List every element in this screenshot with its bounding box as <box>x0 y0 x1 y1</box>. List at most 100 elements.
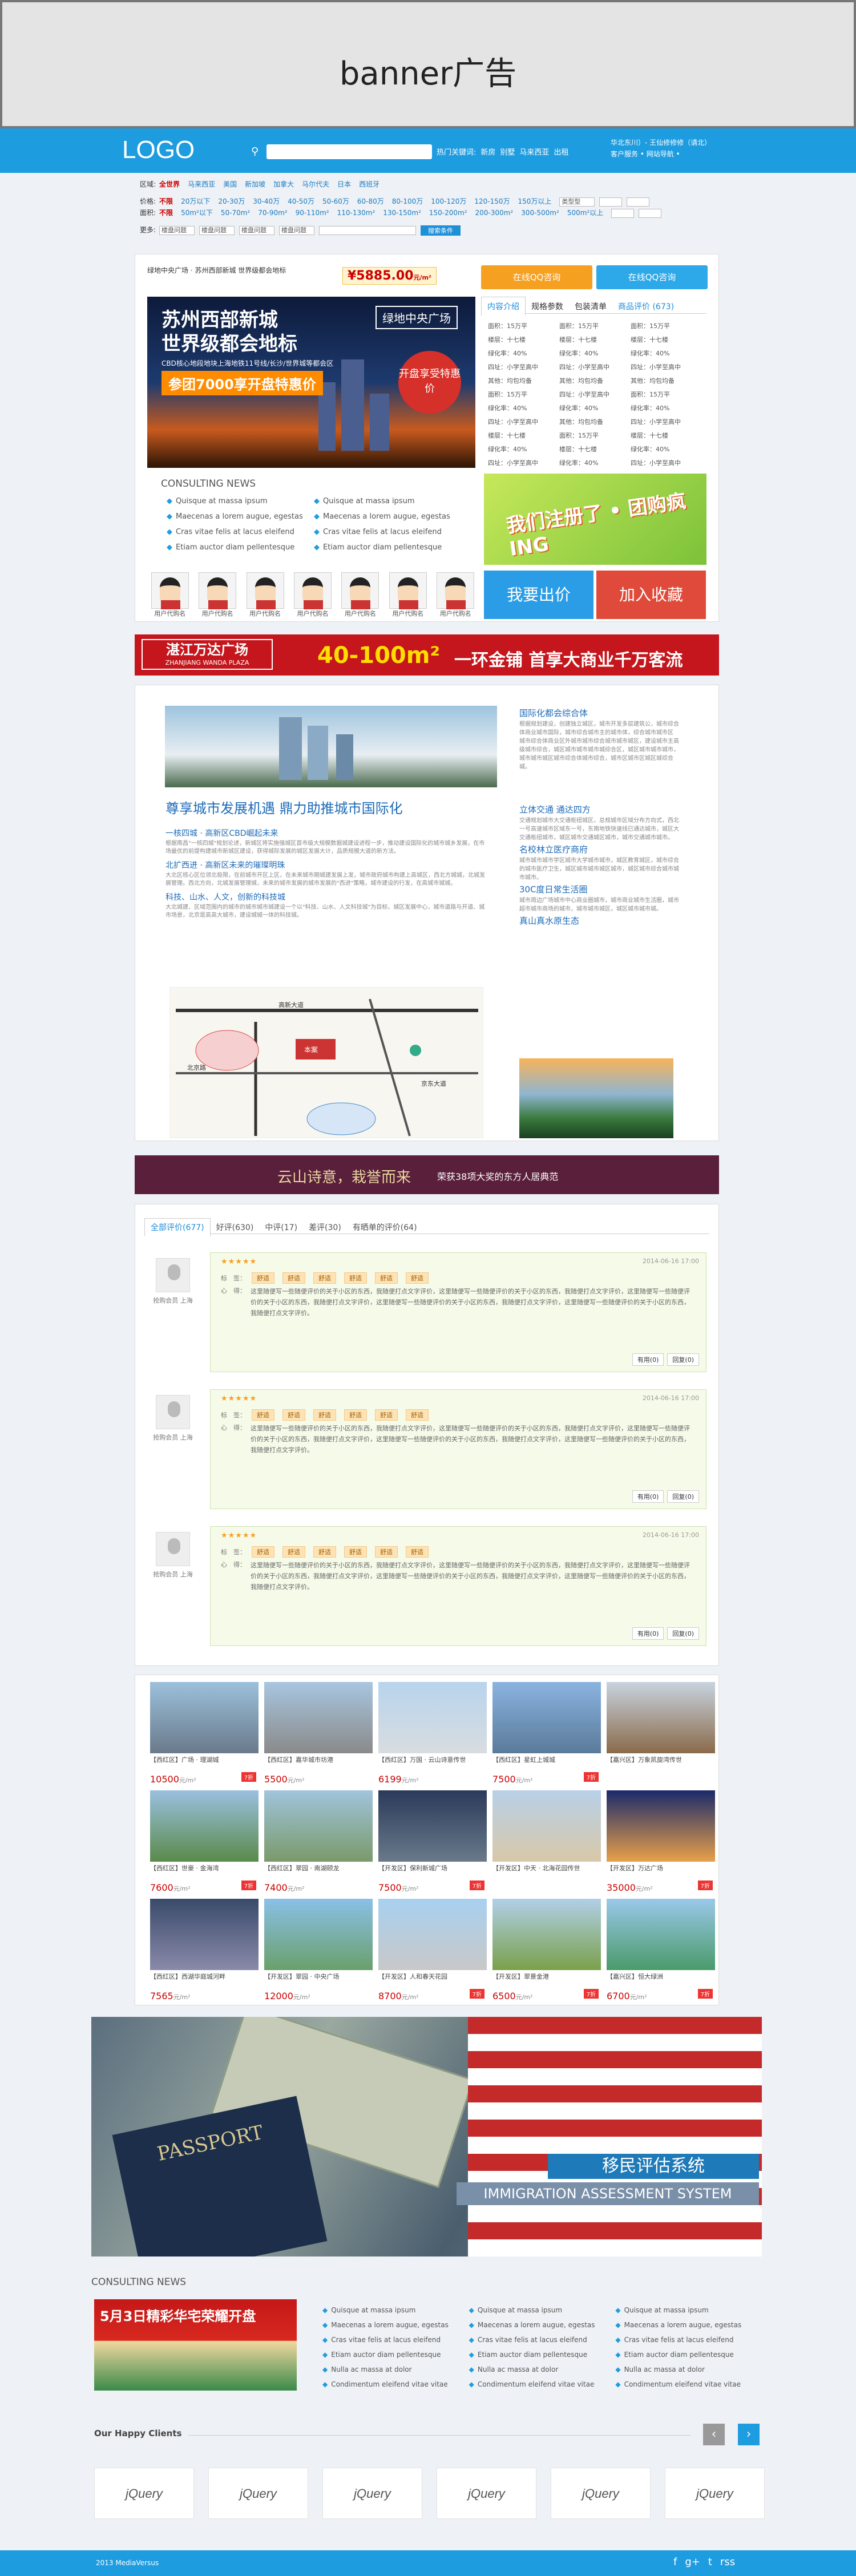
buyer-avatar[interactable]: 用户代购名 <box>433 572 478 621</box>
consult-item[interactable]: ◆ Etiam auctor diam pellentesque <box>615 2347 762 2362</box>
listing-title[interactable]: 【西红区】万国 · 云山诗意传世 <box>378 1756 487 1774</box>
review-tag[interactable]: 舒适 <box>313 1272 336 1284</box>
filter-option[interactable]: 120-150万 <box>474 197 510 205</box>
more-select[interactable]: 楼盘问题 <box>279 225 315 235</box>
filter-option[interactable]: 30-40万 <box>253 197 280 205</box>
filter-option[interactable]: 20-30万 <box>218 197 245 205</box>
review-tag[interactable]: 舒适 <box>344 1546 367 1558</box>
filter-option[interactable]: 新加坡 <box>245 180 265 188</box>
listing-card[interactable]: 【开发区】翠景金港 6500元/m² 7折 <box>492 1899 601 2007</box>
consult-item[interactable]: ◆ Maecenas a lorem augue, egestas <box>615 2318 762 2332</box>
consult-item[interactable]: ◆ Quisque at massa ipsum <box>469 2303 616 2318</box>
listing-image[interactable] <box>264 1790 373 1862</box>
filter-option[interactable]: 110-130m² <box>337 209 375 217</box>
filter-option[interactable]: 马尔代夫 <box>302 180 329 188</box>
more-select[interactable]: 楼盘问题 <box>239 225 275 235</box>
banner-ad[interactable]: banner广告 <box>0 0 856 128</box>
news-item[interactable]: ◆ Maecenas a lorem augue, egestas <box>167 509 314 524</box>
consult-item[interactable]: ◆ Quisque at massa ipsum <box>615 2303 762 2318</box>
news-item[interactable]: ◆ Etiam auctor diam pellentesque <box>167 540 314 555</box>
review-tag[interactable]: 舒适 <box>313 1409 336 1421</box>
consult-item[interactable]: ◆ Etiam auctor diam pellentesque <box>469 2347 616 2362</box>
listing-title[interactable]: 【西红区】广场 · 理湖城 <box>150 1756 259 1774</box>
review-tag[interactable]: 舒适 <box>252 1272 274 1284</box>
listing-image[interactable] <box>607 1790 715 1862</box>
listing-title[interactable]: 【开发区】中天 · 北海花园传世 <box>492 1864 601 1882</box>
listing-title[interactable]: 【开发区】翠园 · 中央广场 <box>264 1972 373 1991</box>
filter-option[interactable]: 130-150m² <box>383 209 421 217</box>
filter-option[interactable]: 50-70m² <box>221 209 250 217</box>
review-tag[interactable]: 舒适 <box>406 1546 429 1558</box>
news-item[interactable]: ◆ Cras vitae felis at lacus eleifend <box>167 524 314 540</box>
property-photo[interactable]: 苏州西部新城 世界级都会地标 CBD核心地段地块上海地铁11号线/长沙/世界城等都… <box>147 297 475 468</box>
client-logo[interactable]: jQuery <box>94 2468 194 2519</box>
site-logo[interactable]: LOGO <box>122 136 195 164</box>
review-user[interactable]: 抢购会员 上海 <box>144 1252 201 1305</box>
listing-title[interactable]: 【西红区】嘉华城市坊港 <box>264 1756 373 1774</box>
tab-medium-reviews[interactable]: 中评(17) <box>259 1219 303 1236</box>
tab-intro[interactable]: 内容介绍 <box>481 297 526 316</box>
listing-card[interactable]: 【西红区】星虹上城城 7500元/m² 7折 <box>492 1682 601 1790</box>
client-logo[interactable]: jQuery <box>551 2468 651 2519</box>
filter-option[interactable]: 加拿大 <box>273 180 294 188</box>
rss-icon[interactable]: rss <box>720 2556 735 2568</box>
bid-button[interactable]: 我要出价 <box>484 571 593 619</box>
more-select[interactable]: 楼盘问题 <box>199 225 235 235</box>
filter-option[interactable]: 200-300m² <box>475 209 514 217</box>
tab-good-reviews[interactable]: 好评(630) <box>211 1219 260 1236</box>
filter-option[interactable]: 60-80万 <box>357 197 384 205</box>
review-tag[interactable]: 舒适 <box>252 1546 274 1558</box>
twitter-icon[interactable]: t <box>708 2556 712 2568</box>
filter-option[interactable]: 100-120万 <box>431 197 466 205</box>
filter-option[interactable]: 不限 <box>159 197 173 205</box>
header-user-links[interactable]: 华北东川）- 王仙修修修（请北） 客户服务 • 网站导航 • <box>611 137 711 160</box>
listing-card[interactable]: 【开发区】翠园 · 中央广场 12000元/m² <box>264 1899 373 2007</box>
header-user-line[interactable]: 华北东川）- 王仙修修修（请北） <box>611 137 711 148</box>
filter-option[interactable]: 美国 <box>223 180 237 188</box>
immigration-banner[interactable]: PASSPORT 移民评估系统 IMMIGRATION ASSESSMENT S… <box>91 2017 762 2256</box>
listing-image[interactable] <box>150 1790 259 1862</box>
online-consult-button[interactable]: 在线QQ咨询 <box>481 265 592 289</box>
filter-option[interactable]: 全世界 <box>159 180 180 188</box>
useful-button[interactable]: 有用(0) <box>632 1490 664 1503</box>
listing-image[interactable] <box>607 1682 715 1753</box>
reply-button[interactable]: 回复(0) <box>667 1353 699 1366</box>
price-min-input[interactable] <box>599 197 623 207</box>
hot-keyword-link[interactable]: 马来西亚 <box>519 148 549 157</box>
tab-photo-reviews[interactable]: 有晒单的评价(64) <box>347 1219 423 1236</box>
reply-button[interactable]: 回复(0) <box>667 1490 699 1503</box>
consult-item[interactable]: ◆ Maecenas a lorem augue, egestas <box>322 2318 469 2332</box>
listing-card[interactable]: 【西红区】翠园 · 南湖颐龙 7400元/m² <box>264 1790 373 1899</box>
useful-button[interactable]: 有用(0) <box>632 1627 664 1640</box>
listing-title[interactable]: 【嘉兴区】万象凯旋湾传世 <box>607 1756 715 1774</box>
review-tag[interactable]: 舒适 <box>252 1409 274 1421</box>
buyer-avatar[interactable]: 用户代购名 <box>385 572 430 621</box>
listing-image[interactable] <box>264 1899 373 1970</box>
qq-consult-button[interactable]: 在线QQ咨询 <box>596 265 708 289</box>
keyword-input[interactable] <box>319 225 417 235</box>
prev-arrow-icon[interactable]: ‹ <box>703 2424 725 2445</box>
listing-title[interactable]: 【西红区】世豪 · 金海湾 <box>150 1864 259 1882</box>
review-tag[interactable]: 舒适 <box>282 1546 305 1558</box>
consult-image[interactable]: 5月3日精彩华宅荣耀开盘 <box>94 2299 297 2391</box>
consult-item[interactable]: ◆ Cras vitae felis at lacus eleifend <box>469 2332 616 2347</box>
hot-keyword-link[interactable]: 别墅 <box>500 148 515 157</box>
filter-option[interactable]: 150-200m² <box>429 209 467 217</box>
review-tag[interactable]: 舒适 <box>375 1409 398 1421</box>
consult-item[interactable]: ◆ Condimentum eleifend vitae vitae <box>615 2377 762 2392</box>
consult-item[interactable]: ◆ Quisque at massa ipsum <box>322 2303 469 2318</box>
client-logo[interactable]: jQuery <box>437 2468 536 2519</box>
filter-option[interactable]: 80-100万 <box>392 197 423 205</box>
listing-image[interactable] <box>607 1899 715 1970</box>
client-logo[interactable]: jQuery <box>208 2468 308 2519</box>
listing-card[interactable]: 【开发区】万达广场 35000元/m² 7折 <box>607 1790 715 1899</box>
listing-card[interactable]: 【开发区】人和春天花园 8700元/m² 7折 <box>378 1899 487 2007</box>
price-max-input[interactable] <box>627 197 650 207</box>
listing-image[interactable] <box>378 1899 487 1970</box>
listing-image[interactable] <box>378 1790 487 1862</box>
listing-card[interactable]: 【西红区】西湖华庭城河畔 7565元/m² <box>150 1899 259 2007</box>
filter-option[interactable]: 不限 <box>159 209 173 217</box>
listing-image[interactable] <box>378 1682 487 1753</box>
google-plus-icon[interactable]: g+ <box>685 2556 700 2568</box>
listing-title[interactable]: 【开发区】保利新城广场 <box>378 1864 487 1882</box>
